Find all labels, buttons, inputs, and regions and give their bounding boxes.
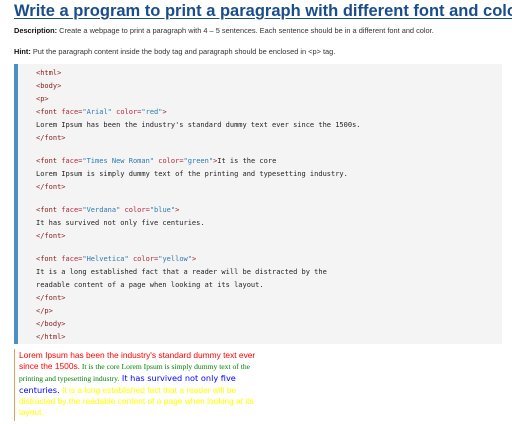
output-sentence-blue: It has survived not only five <box>119 373 236 383</box>
description: Description: Create a webpage to print a… <box>14 26 504 36</box>
code-token: face= <box>61 157 83 165</box>
output-sentence-red: Lorem Ipsum has been the industry's stan… <box>19 350 256 360</box>
code-line-font1-text: Lorem Ipsum has been the industry's stan… <box>36 121 361 129</box>
output-line-6: layout. <box>19 406 310 417</box>
code-token: face= <box>61 255 83 263</box>
code-line-html-close: </html> <box>36 333 66 341</box>
output-line-3: printing and typesetting industry. It ha… <box>19 372 310 384</box>
code-token: <font <box>36 108 62 116</box>
code-line-font4-open: <font face="Helvetica" color="yellow"> <box>36 254 196 264</box>
code-token: color= <box>111 108 142 116</box>
output-line-5: distracted by the readable content of a … <box>19 395 310 406</box>
code-token: "yellow" <box>158 255 192 263</box>
code-line-body-open: <body> <box>36 82 62 90</box>
code-line-p-open: <p> <box>36 95 49 103</box>
code-line-font1-close: </font> <box>36 134 66 142</box>
code-token: face= <box>61 108 83 116</box>
code-token: color= <box>154 157 184 165</box>
rendered-output: Lorem Ipsum has been the industry's stan… <box>14 349 310 421</box>
output-line-2: since the 1500s. It is the core Lorem Ip… <box>19 360 310 372</box>
code-line-html-open: <html> <box>36 69 62 77</box>
code-token: > <box>191 255 197 263</box>
code-token: "Verdana" <box>82 206 121 214</box>
code-token: "red" <box>141 108 163 116</box>
description-label: Description: <box>14 26 58 35</box>
code-token: "green" <box>183 157 214 165</box>
code-line-font3-text: It has survived not only five centuries. <box>36 219 205 227</box>
page-title: Write a program to print a paragraph wit… <box>14 2 512 20</box>
code-token: > <box>175 206 180 214</box>
code-line-font2-close: </font> <box>36 183 66 191</box>
code-token: It is the core <box>217 157 277 165</box>
output-line-4: centuries. It is a long established fact… <box>19 384 310 395</box>
code-line-font2-open: <font face="Times New Roman" color="gree… <box>36 156 276 166</box>
output-sentence-blue: centuries. <box>19 385 60 395</box>
hint: Hint: Put the paragraph content inside t… <box>14 47 504 57</box>
code-token: <font <box>36 255 62 263</box>
code-line-body-close: </body> <box>36 320 66 328</box>
code-token: color= <box>128 255 159 263</box>
code-block: <html> <body> <p> <font face="Arial" col… <box>14 64 502 344</box>
output-sentence-green: printing and typesetting industry. <box>19 374 120 383</box>
page: Write a program to print a paragraph wit… <box>0 0 512 424</box>
output-sentence-red: since the 1500s. <box>19 361 80 371</box>
hint-text: Put the paragraph content inside the bod… <box>30 47 336 56</box>
description-text: Create a webpage to print a paragraph wi… <box>57 26 434 35</box>
code-line-font2-text: Lorem Ipsum is simply dummy text of the … <box>36 170 348 178</box>
code-token: "Helvetica" <box>82 255 129 263</box>
code-line-font4-text-2: readable content of a page when looking … <box>36 281 264 289</box>
output-sentence-green: It is the core Lorem Ipsum is simply dum… <box>80 362 250 371</box>
code-token: <font <box>36 157 62 165</box>
output-sentence-yellow: layout. <box>19 407 44 417</box>
code-token: "blue" <box>149 206 176 214</box>
hint-label: Hint: <box>14 47 31 56</box>
code-line-font3-open: <font face="Verdana" color="blue"> <box>36 205 179 215</box>
code-token: > <box>162 108 167 116</box>
code-token: <font <box>36 206 62 214</box>
code-token: "Times New Roman" <box>82 157 155 165</box>
code-line-p-close: </p> <box>36 307 53 315</box>
code-token: "Arial" <box>82 108 112 116</box>
code-line-font1-open: <font face="Arial" color="red"> <box>36 107 167 117</box>
output-sentence-yellow: distracted by the readable content of a … <box>19 396 254 406</box>
code-token: face= <box>61 206 83 214</box>
code-line-font4-text-1: It is a long established fact that a rea… <box>36 268 327 276</box>
output-sentence-yellow: It is a long established fact that a rea… <box>59 385 237 395</box>
code-token: color= <box>120 206 150 214</box>
code-line-font4-close: </font> <box>36 294 66 302</box>
output-line-1: Lorem Ipsum has been the industry's stan… <box>19 349 310 360</box>
code-line-font3-close: </font> <box>36 232 66 240</box>
